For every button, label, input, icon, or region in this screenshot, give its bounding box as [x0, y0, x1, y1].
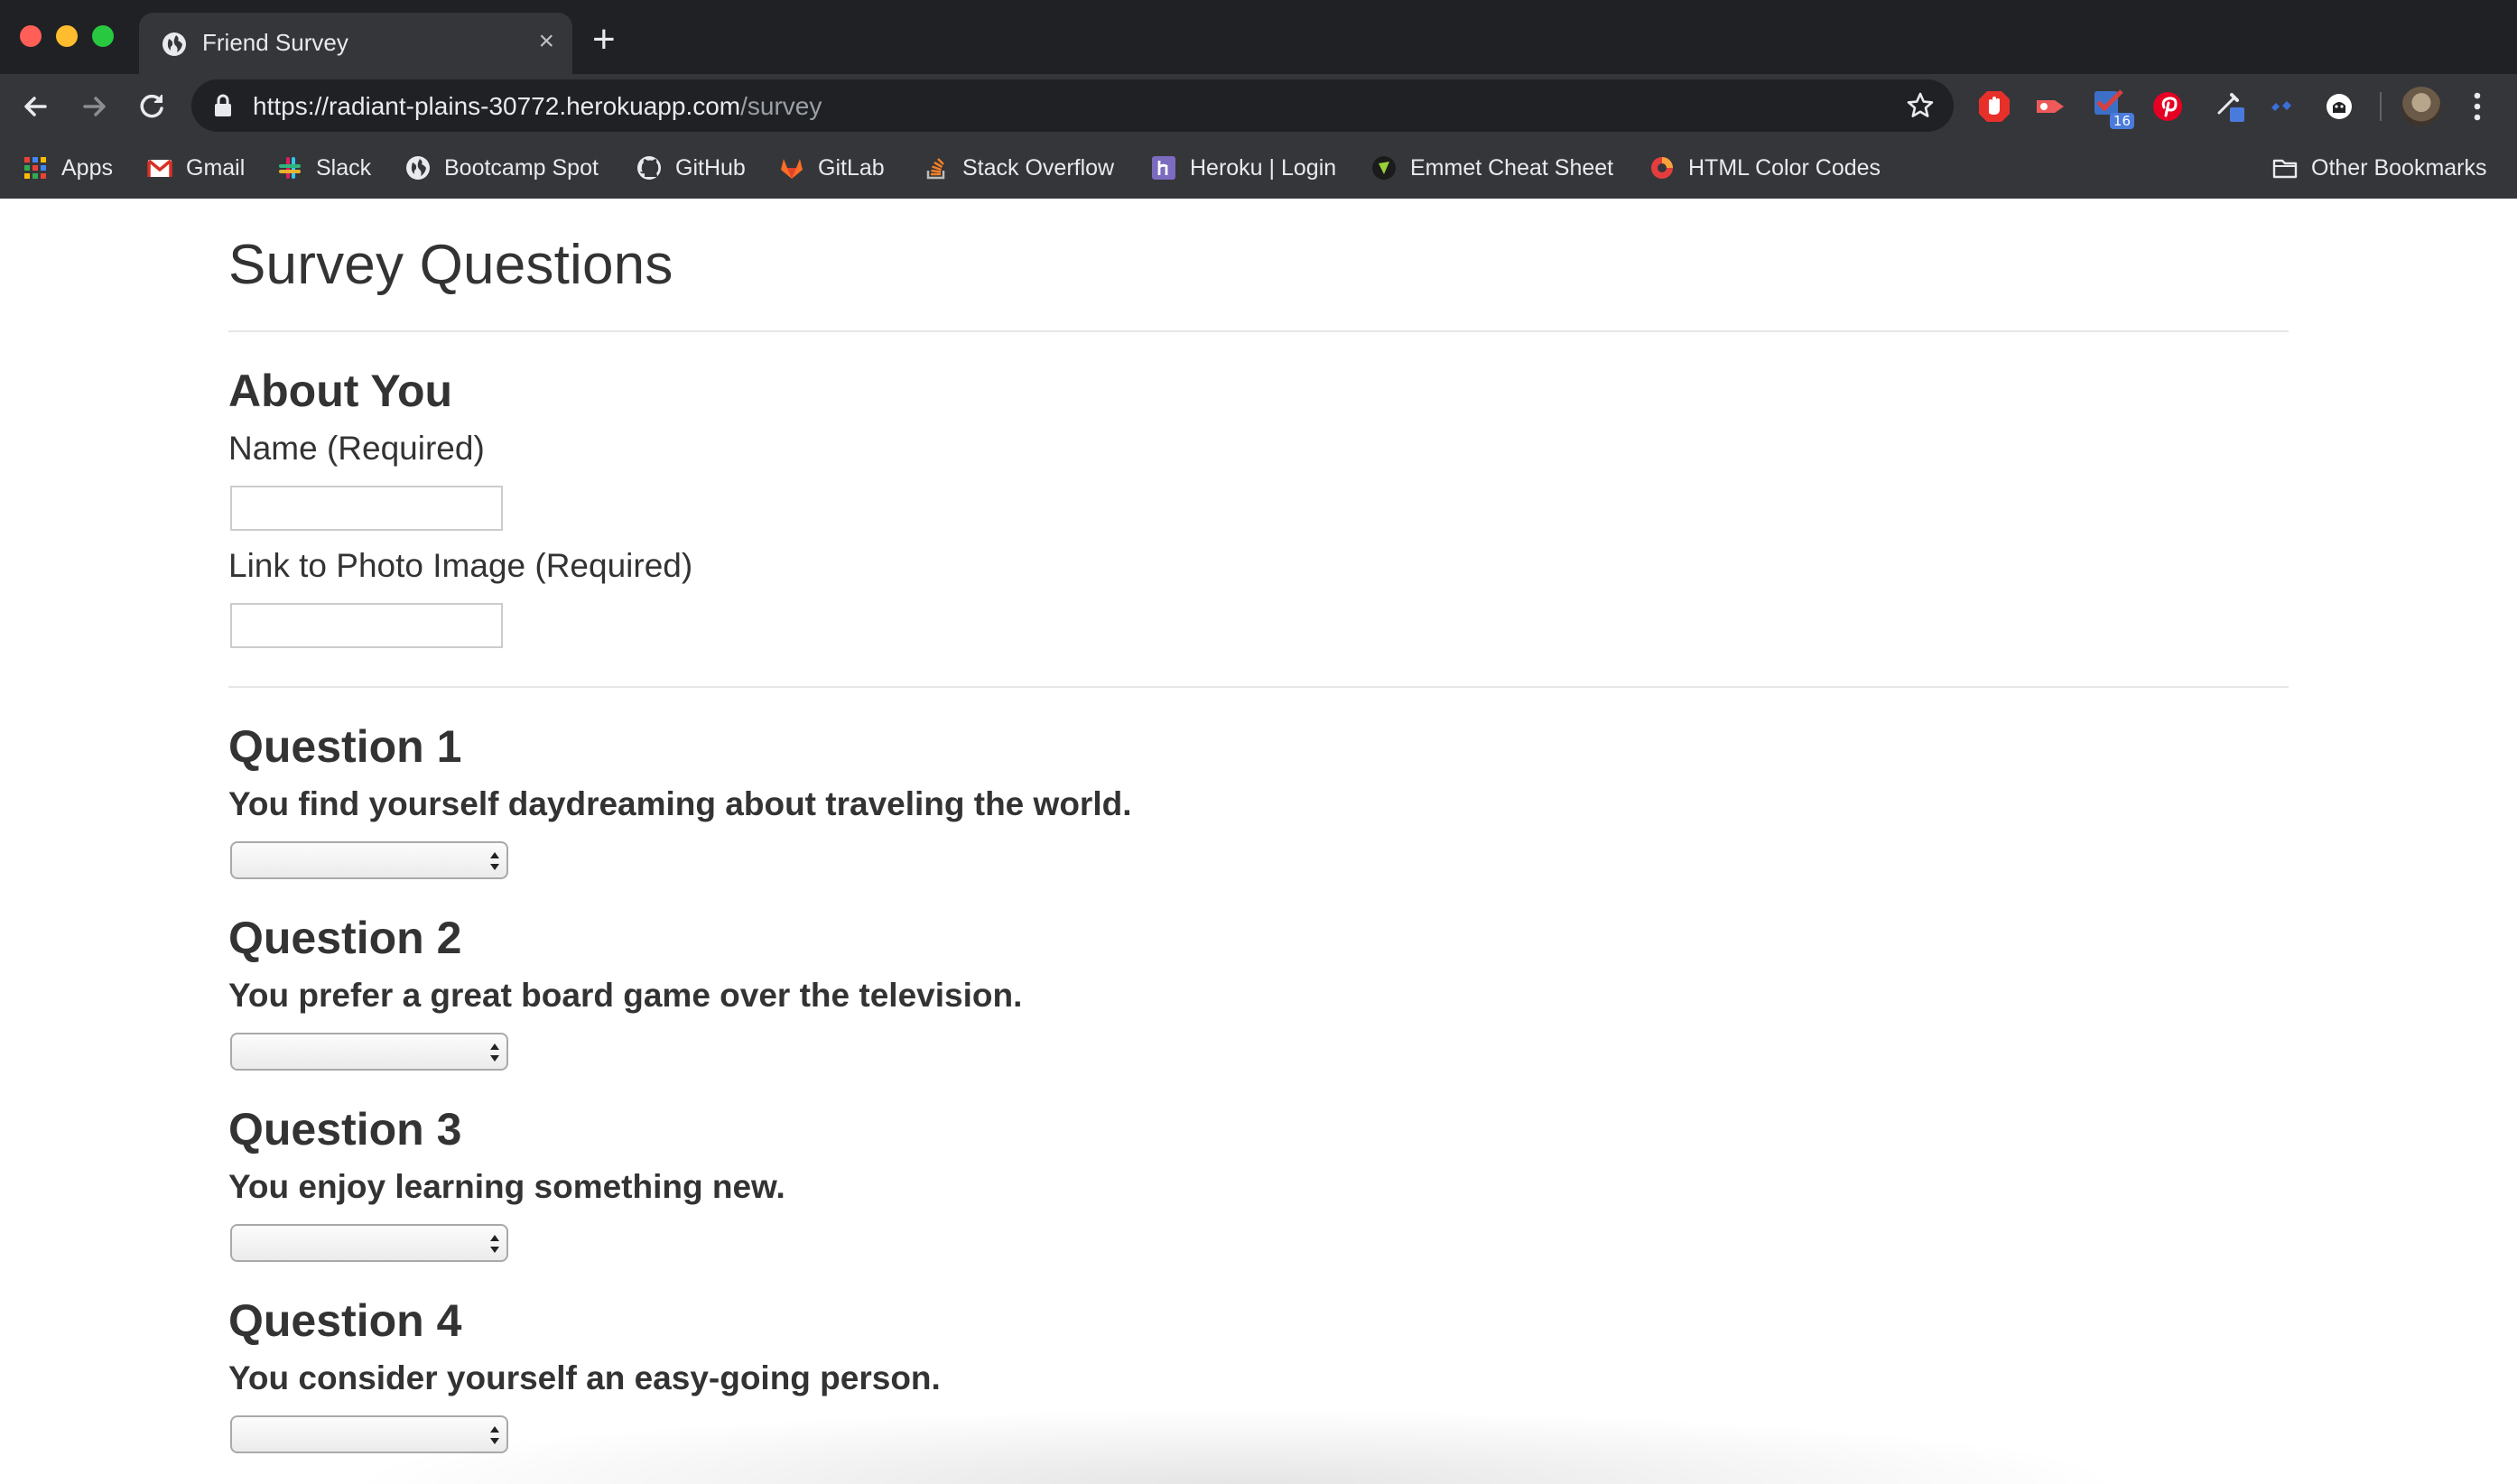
window-minimize-button[interactable]: [56, 25, 78, 47]
bookmark-star-icon[interactable]: [1905, 90, 1936, 121]
bookmark-other-bookmarks[interactable]: Other Bookmarks: [2271, 148, 2487, 188]
bookmark-label: GitLab: [818, 154, 885, 181]
menu-kebab-icon[interactable]: [2470, 88, 2484, 125]
toolbar-separator: [2380, 92, 2382, 121]
url-path: /survey: [740, 92, 822, 120]
question-text: You find yourself daydreaming about trav…: [228, 785, 1132, 822]
question-heading: Question 1: [228, 721, 462, 772]
globe-icon: [406, 156, 430, 180]
globe-icon: [163, 32, 186, 56]
question-heading: Question 3: [228, 1104, 462, 1155]
question-heading: Question 2: [228, 913, 462, 963]
photo-link-label: Link to Photo Image (Required): [228, 547, 693, 584]
github-icon: [637, 156, 661, 180]
bookmark-label: Other Bookmarks: [2311, 154, 2487, 181]
lock-icon[interactable]: [213, 94, 233, 117]
stackoverflow-icon: [926, 158, 945, 180]
window-zoom-button[interactable]: [92, 25, 114, 47]
bookmark-label: Slack: [316, 154, 372, 181]
photo-link-input[interactable]: [230, 603, 503, 648]
emmet-icon: [1372, 156, 1396, 180]
question-heading: Question 4: [228, 1295, 462, 1346]
bookmark-label: Emmet Cheat Sheet: [1410, 154, 1614, 181]
bookmark-label: Apps: [61, 154, 113, 181]
window-close-button[interactable]: [20, 25, 42, 47]
bookmarks-bar: Apps Gmail Slack Bootcamp Spot GitHub Gi…: [0, 139, 2517, 199]
tab-friend-survey[interactable]: Friend Survey ×: [139, 13, 572, 74]
bookmark-label: GitHub: [675, 154, 746, 181]
question-3-select[interactable]: [230, 1224, 508, 1262]
apps-grid-icon: [24, 157, 46, 179]
browser-chrome: Friend Survey × + https://radiant-plains…: [0, 0, 2517, 199]
bookmark-bootcamp-spot[interactable]: Bootcamp Spot: [404, 148, 599, 188]
folder-icon: [2272, 159, 2298, 179]
gmail-icon: [147, 159, 172, 177]
url-scheme: https://: [253, 92, 330, 120]
url-text[interactable]: https://radiant-plains-30772.herokuapp.c…: [253, 92, 822, 121]
clip-extension-icon[interactable]: [2031, 88, 2069, 125]
question-2-select[interactable]: [230, 1033, 508, 1071]
bookmark-label: Gmail: [186, 154, 246, 181]
profile-avatar[interactable]: [2401, 87, 2441, 126]
paste-extension-icon[interactable]: [2264, 88, 2302, 125]
question-text: You prefer a great board game over the t…: [228, 977, 1023, 1014]
adblock-icon[interactable]: [1975, 88, 2013, 125]
name-label: Name (Required): [228, 430, 485, 467]
survey-page: Survey Questions About You Name (Require…: [228, 199, 2289, 1484]
question-1-select[interactable]: [230, 841, 508, 879]
bookmark-label: Stack Overflow: [962, 154, 1115, 181]
slack-icon: [279, 157, 301, 179]
divider: [228, 330, 2289, 332]
page-title: Survey Questions: [228, 234, 673, 296]
about-you-heading: About You: [228, 366, 453, 416]
forward-arrow-icon[interactable]: [74, 87, 114, 126]
bookmark-gmail[interactable]: Gmail: [146, 148, 245, 188]
bookmark-slack[interactable]: Slack: [276, 148, 371, 188]
name-input[interactable]: [230, 486, 503, 531]
todo-badge-count: 16: [2109, 113, 2134, 129]
bookmark-html-color-codes[interactable]: HTML Color Codes: [1649, 148, 1881, 188]
bookmark-label: HTML Color Codes: [1688, 154, 1881, 181]
bookmark-label: Bootcamp Spot: [444, 154, 599, 181]
pinterest-icon[interactable]: [2149, 88, 2187, 125]
select-arrows-icon: [490, 1235, 499, 1253]
address-bar[interactable]: https://radiant-plains-30772.herokuapp.c…: [191, 79, 1954, 132]
tab-title: Friend Survey: [202, 29, 348, 56]
bookmark-stack-overflow[interactable]: Stack Overflow: [923, 148, 1114, 188]
heroku-icon: [1152, 156, 1175, 180]
question-text: You consider yourself an easy-going pers…: [228, 1359, 941, 1396]
tab-close-icon[interactable]: ×: [538, 27, 554, 56]
bookmark-emmet[interactable]: Emmet Cheat Sheet: [1370, 148, 1613, 188]
divider: [228, 686, 2289, 688]
color-wheel-icon: [1651, 157, 1673, 179]
select-arrows-icon: [490, 1043, 499, 1062]
select-arrows-icon: [490, 1426, 499, 1444]
tab-strip: Friend Survey × +: [0, 0, 2517, 74]
url-host: radiant-plains-30772.herokuapp.com: [329, 92, 741, 120]
bookmark-apps[interactable]: Apps: [22, 148, 113, 188]
todo-extension-icon[interactable]: 16: [2091, 88, 2134, 129]
ghostery-icon[interactable]: [2320, 88, 2358, 125]
question-text: You enjoy learning something new.: [228, 1168, 785, 1205]
eyedropper-icon[interactable]: [2212, 88, 2250, 125]
select-arrows-icon: [490, 852, 499, 870]
new-tab-button[interactable]: +: [592, 20, 616, 60]
question-4-select[interactable]: [230, 1415, 508, 1453]
bookmark-gitlab[interactable]: GitLab: [778, 148, 885, 188]
bookmark-heroku[interactable]: Heroku | Login: [1150, 148, 1336, 188]
gitlab-icon: [781, 159, 803, 179]
bookmark-label: Heroku | Login: [1190, 154, 1337, 181]
back-arrow-icon[interactable]: [16, 87, 56, 126]
reload-icon[interactable]: [132, 87, 172, 126]
browser-toolbar: https://radiant-plains-30772.herokuapp.c…: [0, 74, 2517, 139]
bookmark-github[interactable]: GitHub: [636, 148, 746, 188]
